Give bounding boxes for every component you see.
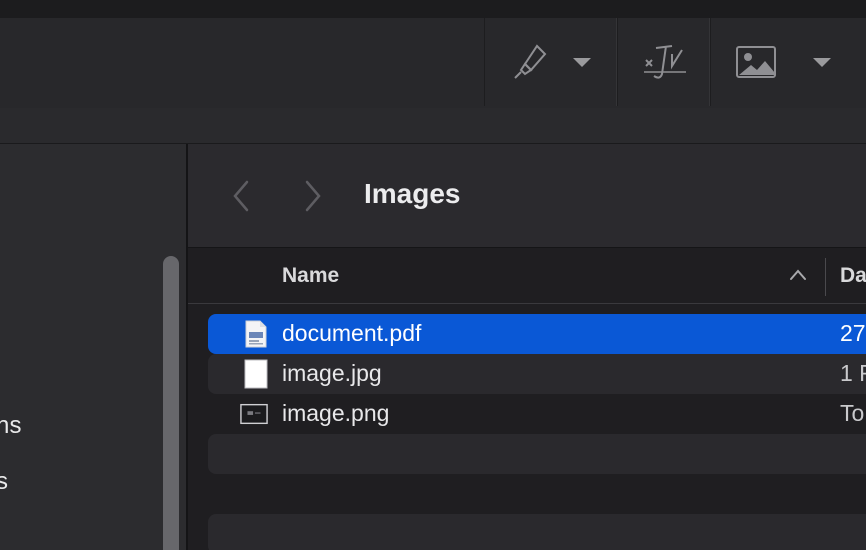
empty-row [208,514,866,550]
empty-row [208,474,866,514]
toolbar-tool-groups [484,18,866,108]
empty-row [208,434,866,474]
file-date: 1 F [840,360,866,386]
insert-image-button[interactable] [735,45,777,79]
file-row-image-jpg[interactable]: image.jpg 1 F [208,354,866,394]
highlight-tool-group [484,18,617,106]
pdf-file-icon [242,320,270,348]
sort-ascending-icon[interactable] [789,268,807,282]
sidebar: ns s [0,144,186,550]
back-button[interactable] [228,176,254,216]
signature-icon [643,45,686,79]
image-menu-chevron-down-icon[interactable] [813,57,832,67]
column-resize-handle[interactable] [825,258,826,296]
name-column-header[interactable]: Name [282,264,339,288]
highlight-menu-chevron-down-icon[interactable] [573,57,591,67]
signature-tool-group [616,18,711,106]
file-row-document-pdf[interactable]: document.pdf 27 [208,314,866,354]
file-name: image.png [282,400,390,426]
folder-title: Images [364,178,461,209]
highlight-button[interactable] [511,42,551,82]
file-row-image-png[interactable]: image.png To [208,394,866,434]
signature-button[interactable] [642,40,688,84]
column-header: Name Da [188,248,866,304]
file-name: image.jpg [282,360,382,386]
file-name: document.pdf [282,320,422,346]
file-picker-window: ns s Images Name Da document.pdf 27 imag… [0,0,866,550]
file-browser: Images Name Da document.pdf 27 image.jpg… [188,144,866,550]
file-date: To [840,400,865,426]
title-strip [0,0,866,18]
file-date: 27 [840,320,866,346]
highlighter-icon [514,44,547,79]
toolbar-bottom-strip [0,108,866,144]
sidebar-scrollbar[interactable] [163,256,179,550]
browser-header: Images [188,144,866,248]
date-column-header[interactable]: Da [840,264,866,288]
forward-button[interactable] [300,176,326,216]
sidebar-item-2[interactable]: s [0,468,8,496]
file-list: document.pdf 27 image.jpg 1 F [208,314,866,550]
image-icon [736,46,777,78]
image-tool-group [710,18,866,106]
chevron-left-icon [233,180,249,212]
jpg-file-icon [242,359,270,389]
png-file-icon [240,400,268,428]
sidebar-item-1[interactable]: ns [0,412,22,440]
markup-toolbar [0,0,866,108]
chevron-right-icon [305,180,321,212]
